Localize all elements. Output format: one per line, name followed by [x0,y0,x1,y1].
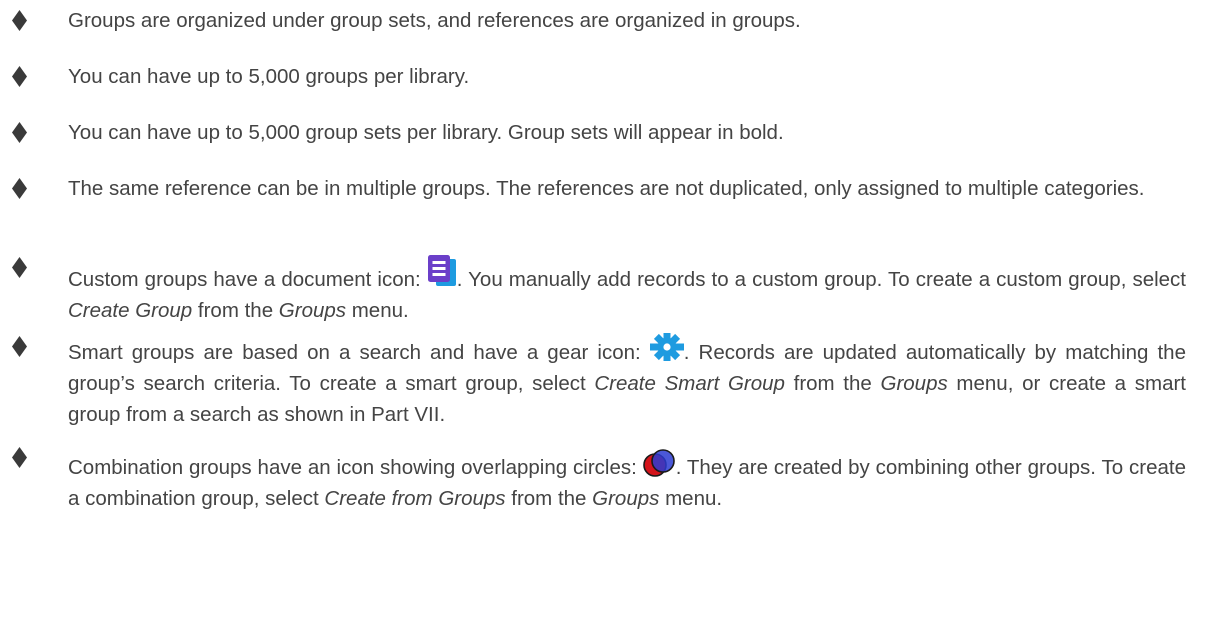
diamond-bullet-icon [12,447,27,468]
menu-name-reference: Groups [278,299,347,322]
diamond-bullet-icon [12,10,27,31]
bullet-text-part: Smart groups are based on a search and h… [68,341,650,364]
bullet-text: Custom groups have a document icon: . Yo… [68,252,1186,326]
bullet-text-part: Custom groups have a document icon: [68,268,427,291]
diamond-bullet-icon [12,178,27,199]
document-icon [427,255,456,286]
diamond-bullet-icon [12,122,27,143]
menu-name-reference: Groups [592,487,660,510]
bullet-text-part: from the [784,372,881,395]
bullet-text: You can have up to 5,000 group sets per … [68,121,784,144]
bullet-text-part: from the [192,299,279,322]
bullet-text: Combination groups have an icon showing … [68,442,1186,514]
bullet-text-part: . You manually add records to a custom g… [456,268,1186,291]
bullet-text: You can have up to 5,000 groups per libr… [68,65,470,88]
bullet-text-part: Combination groups have an icon showing … [68,456,643,479]
menu-item-reference: Create Group [68,299,193,322]
bullet-text: Groups are organized under group sets, a… [68,9,801,32]
diamond-bullet-icon [12,66,27,87]
bullet-text-part: from the [505,487,593,510]
menu-item-reference: Create from Groups [324,487,506,510]
menu-item-reference: Create Smart Group [594,372,785,395]
bullet-text: Smart groups are based on a search and h… [68,331,1186,430]
bullet-text: The same reference can be in multiple gr… [68,177,1145,200]
diamond-bullet-icon [12,257,27,278]
bullet-text-part: menu. [659,487,723,510]
menu-name-reference: Groups [880,372,948,395]
gear-icon [649,333,684,361]
diamond-bullet-icon [12,336,27,357]
overlapping-circles-icon [642,449,675,477]
bullet-text-part: menu. [346,299,409,322]
